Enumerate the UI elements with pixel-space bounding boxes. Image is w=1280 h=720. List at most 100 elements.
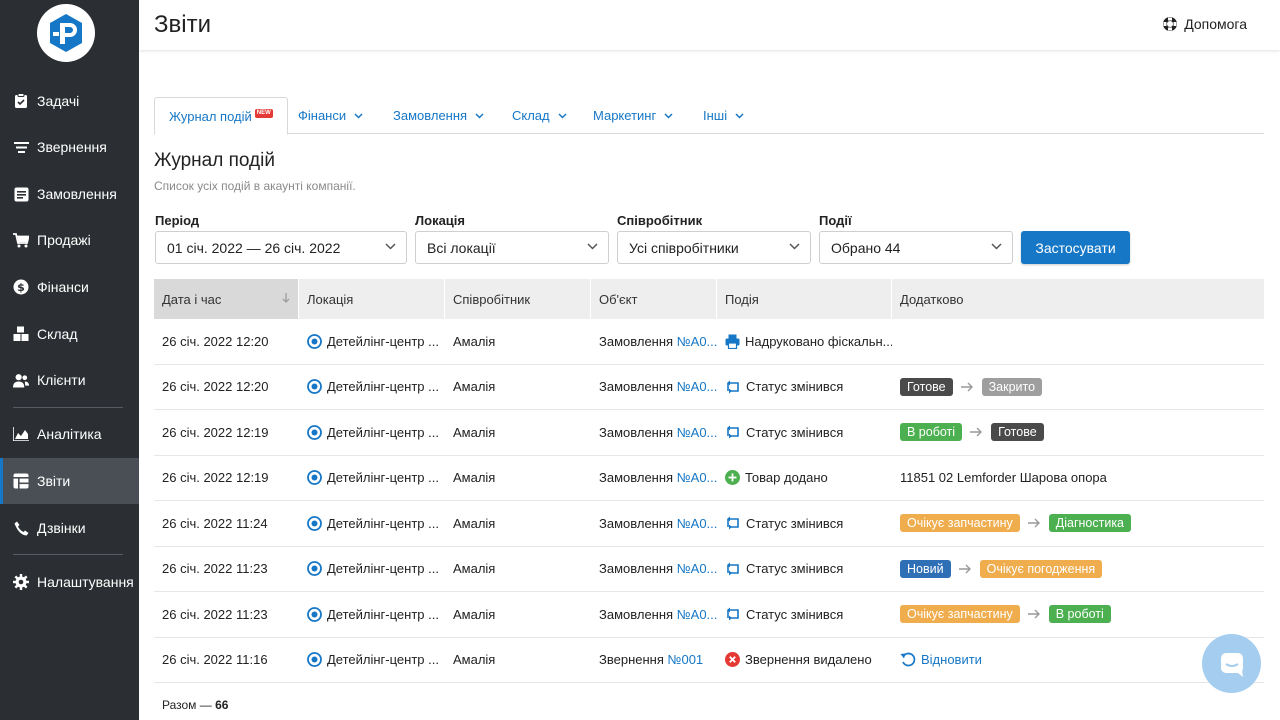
tab-finance[interactable]: Фінанси [298, 97, 363, 134]
sidebar-item-label: Фінанси [37, 279, 89, 295]
cell-employee: Амалія [445, 410, 591, 455]
sidebar-item-dollar-circle[interactable]: $ Фінанси [0, 264, 139, 310]
cell-object: Замовлення №A0... [591, 319, 717, 364]
column-header-object[interactable]: Об'єкт [591, 279, 717, 319]
undo-icon [900, 652, 916, 667]
column-header-extra[interactable]: Додатково [892, 279, 1264, 319]
cell-employee: Амалія [445, 319, 591, 364]
status-badge-to: Закрито [981, 377, 1043, 396]
location-select[interactable]: Всі локації [415, 231, 609, 264]
cell-extra: В роботі Готове [892, 410, 1264, 455]
object-link[interactable]: №A0... [677, 607, 717, 622]
sidebar-item-area-chart[interactable]: Аналітика [0, 411, 139, 457]
chevron-down-icon [789, 243, 800, 250]
period-select[interactable]: 01 січ. 2022 — 26 січ. 2022 [155, 231, 407, 264]
object-type: Замовлення [599, 470, 674, 486]
column-header-employee[interactable]: Співробітник [445, 279, 591, 319]
cell-employee: Амалія [445, 547, 591, 592]
sidebar-item-order-list[interactable]: Замовлення [0, 171, 139, 217]
tab-label: Інші [703, 108, 728, 123]
cell-event: Статус змінився [717, 547, 892, 592]
object-type: Замовлення [599, 561, 674, 577]
object-link[interactable]: №001 [668, 652, 704, 667]
status-badge-to: Готове [991, 423, 1044, 442]
object-link[interactable]: №A0... [677, 516, 717, 531]
tab-label: Замовлення [393, 108, 468, 123]
status-badge-to: В роботі [1048, 605, 1111, 624]
tab-warehouse[interactable]: Склад [512, 97, 567, 134]
table-row[interactable]: 26 січ. 2022 11:23 Детейлінг-центр ... Ама… [154, 592, 1264, 638]
object-link[interactable]: №A0... [677, 379, 717, 394]
restore-link[interactable]: Відновити [921, 652, 982, 667]
table-row[interactable]: 26 січ. 2022 12:20 Детейлінг-центр ... Ама… [154, 365, 1264, 410]
column-header-label: Дата і час [162, 291, 222, 307]
location-pin-icon [307, 606, 322, 622]
table-row[interactable]: 26 січ. 2022 11:23 Детейлінг-центр ... Ама… [154, 547, 1264, 592]
cell-location: Детейлінг-центр ... [299, 638, 445, 683]
event-text: Надруковано фіскальн... [745, 333, 892, 349]
events-select[interactable]: Обрано 44 [819, 231, 1013, 264]
sidebar-item-phone[interactable]: Дзвінки [0, 505, 139, 551]
datetime-text: 26 січ. 2022 11:23 [162, 606, 268, 622]
help-label: Допомога [1184, 16, 1247, 32]
object-link[interactable]: №A0... [677, 561, 717, 576]
cell-employee: Амалія [445, 638, 591, 683]
object-link[interactable]: №A0... [677, 425, 717, 440]
object-link[interactable]: №A0... [677, 334, 717, 349]
cell-extra: Новий Очікує погодження [892, 547, 1264, 592]
sidebar-item-label: Звернення [37, 139, 107, 155]
table-row[interactable]: 26 січ. 2022 12:19 Детейлінг-центр ... Ама… [154, 456, 1264, 501]
table-row[interactable]: 26 січ. 2022 11:16 Детейлінг-центр ... Ама… [154, 638, 1264, 683]
column-header-datetime[interactable]: Дата і час [154, 279, 299, 319]
tab-other[interactable]: Інші [703, 97, 744, 134]
help-button[interactable]: Допомога [1162, 16, 1247, 32]
table-row[interactable]: 26 січ. 2022 12:19 Детейлінг-центр ... Ама… [154, 410, 1264, 456]
cell-location: Детейлінг-центр ... [299, 592, 445, 637]
datetime-text: 26 січ. 2022 11:16 [162, 652, 268, 668]
location-value: Всі локації [427, 239, 496, 256]
cell-location: Детейлінг-центр ... [299, 410, 445, 455]
sidebar-item-boxes[interactable]: Склад [0, 311, 139, 357]
status-change-icon [725, 379, 741, 395]
sidebar-item-table[interactable]: Звіти [0, 458, 139, 504]
sidebar-item-clipboard-check[interactable]: Задачі [0, 78, 139, 124]
tab-event-log[interactable]: Журнал подій NEW [154, 97, 288, 135]
logo[interactable] [37, 4, 95, 62]
sidebar-item-users[interactable]: Клієнти [0, 357, 139, 403]
table-row[interactable]: 26 січ. 2022 11:24 Детейлінг-центр ... Ама… [154, 501, 1264, 547]
sidebar-item-filter-lines[interactable]: Звернення [0, 124, 139, 170]
employee-text: Амалія [453, 333, 496, 349]
cell-object: Замовлення №A0... [591, 547, 717, 592]
datetime-text: 26 січ. 2022 12:19 [162, 424, 269, 440]
location-text: Детейлінг-центр ... [327, 470, 439, 486]
employee-select[interactable]: Усі співробітники [617, 231, 811, 264]
tab-marketing[interactable]: Маркетинг [593, 97, 673, 134]
column-header-event[interactable]: Подія [717, 279, 892, 319]
table-row[interactable]: 26 січ. 2022 12:20 Детейлінг-центр ... Ама… [154, 319, 1264, 365]
period-value: 01 січ. 2022 — 26 січ. 2022 [167, 239, 341, 256]
cell-location: Детейлінг-центр ... [299, 456, 445, 501]
apply-button[interactable]: Застосувати [1021, 231, 1130, 264]
employee-text: Амалія [453, 379, 496, 395]
cell-location: Детейлінг-центр ... [299, 319, 445, 364]
extra-text: 11851 02 Lemforder Шарова опора [900, 470, 1107, 486]
event-text: Статус змінився [746, 515, 844, 531]
location-pin-icon [307, 379, 322, 395]
users-icon [13, 372, 29, 388]
cell-object: Замовлення №A0... [591, 456, 717, 501]
printer-icon [725, 334, 740, 349]
object-link[interactable]: №A0... [677, 470, 717, 485]
sidebar-item-shopping-cart[interactable]: Продажі [0, 217, 139, 263]
location-text: Детейлінг-центр ... [327, 424, 439, 440]
location-pin-icon [307, 561, 322, 577]
location-pin-icon [307, 333, 322, 349]
tab-orders[interactable]: Замовлення [393, 97, 484, 134]
object-type: Замовлення [599, 333, 674, 349]
chat-button[interactable] [1202, 634, 1261, 693]
sidebar-item-gear[interactable]: Налаштування [0, 559, 139, 605]
sidebar-item-label: Звіти [37, 473, 71, 489]
section-title: Журнал подій [154, 150, 275, 171]
logo-icon [50, 14, 82, 52]
column-header-location[interactable]: Локація [299, 279, 445, 319]
events-label: Події [819, 213, 852, 228]
